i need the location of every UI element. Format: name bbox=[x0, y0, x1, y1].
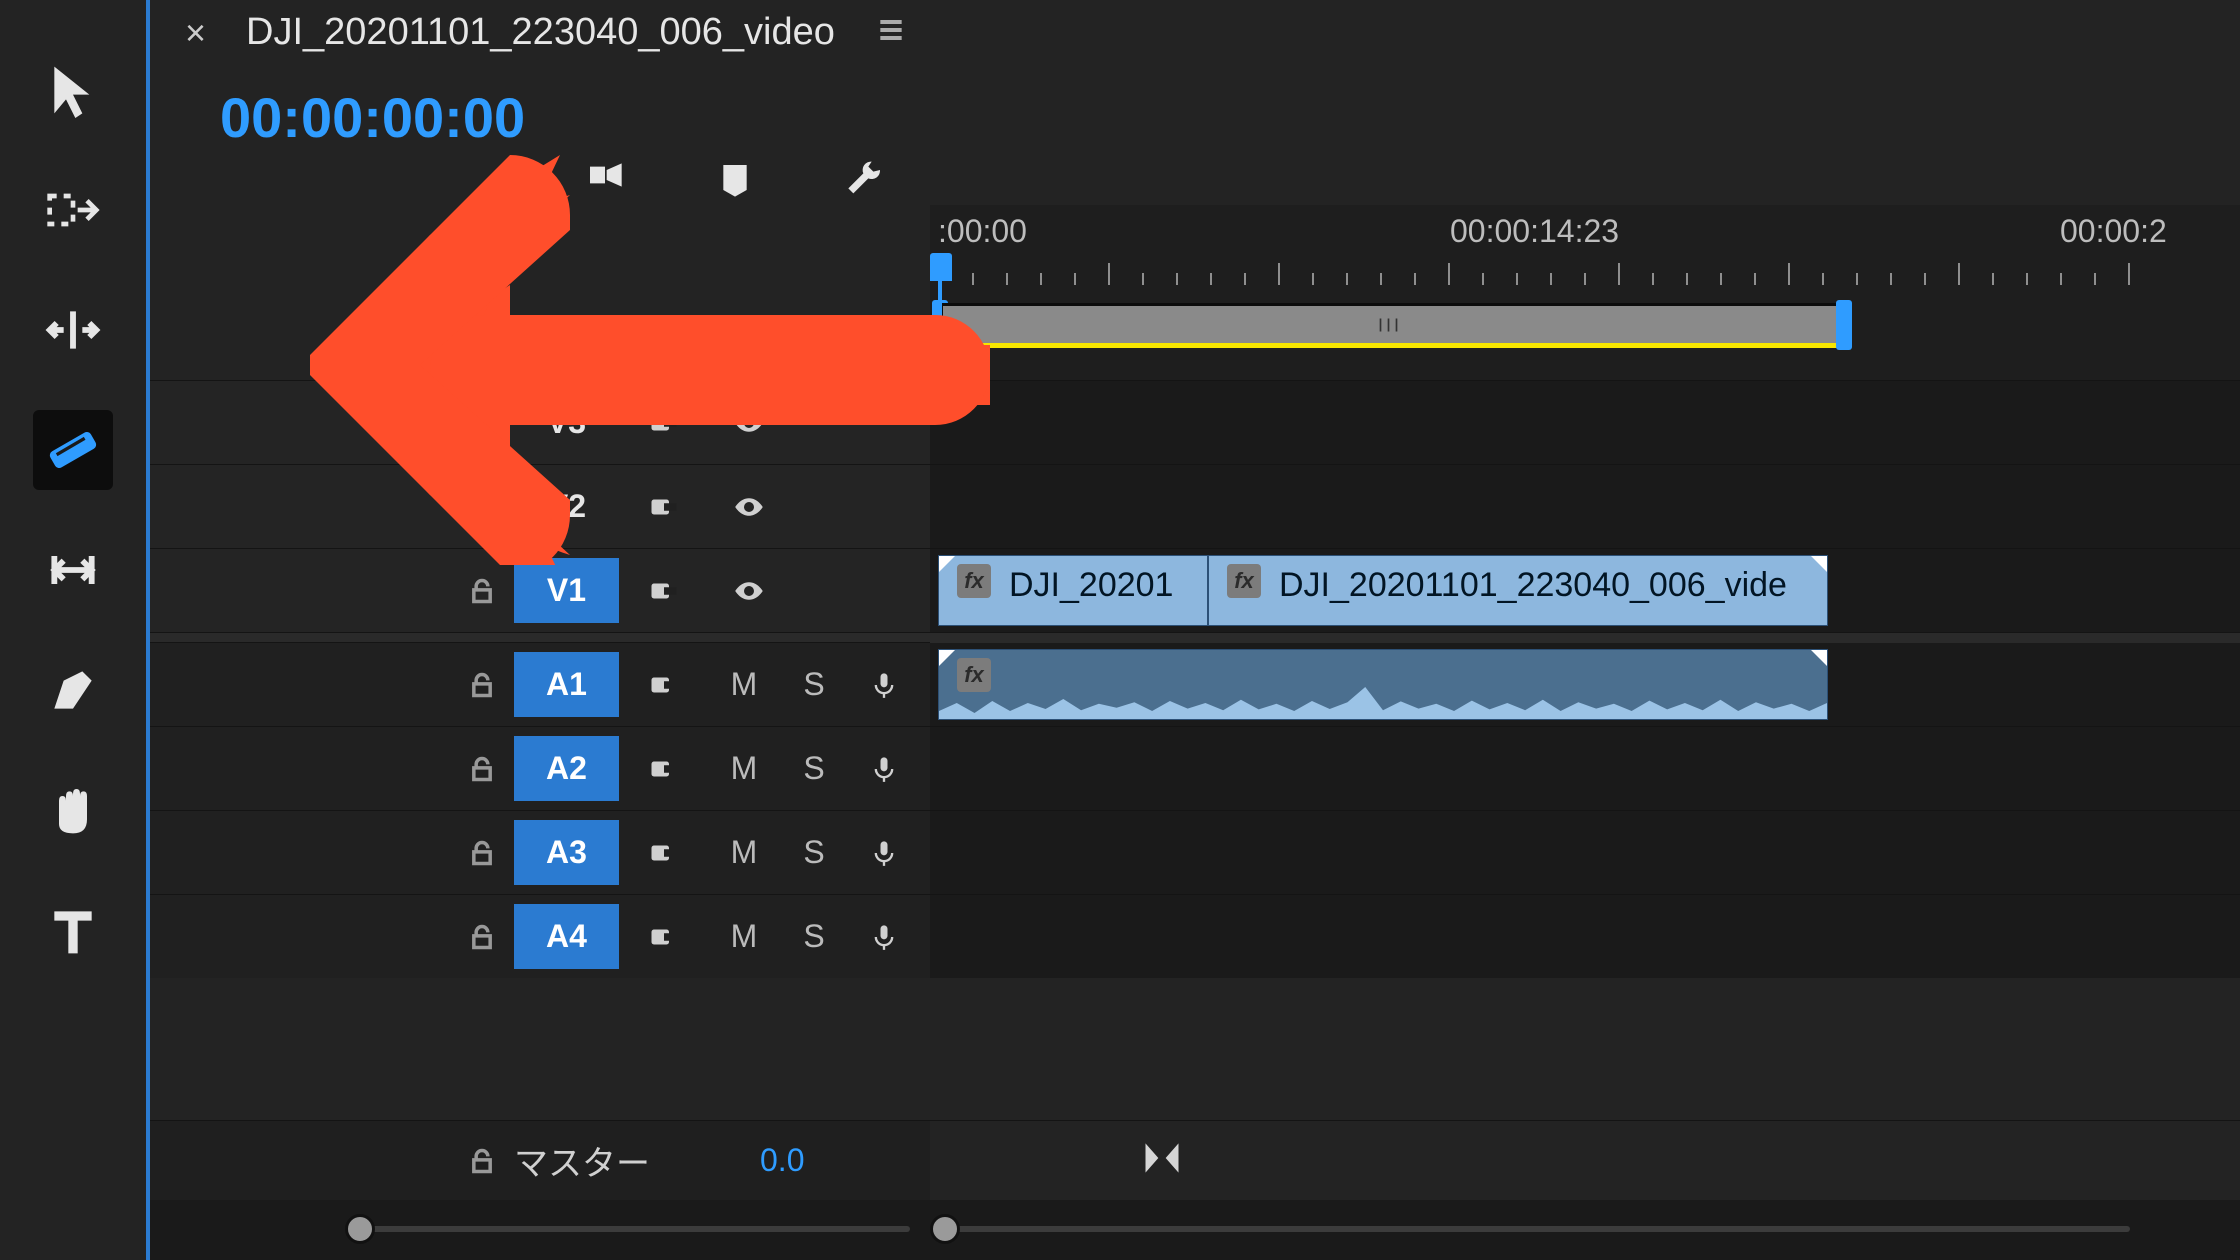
fx-badge-icon: fx bbox=[957, 564, 991, 598]
playhead-line bbox=[938, 267, 942, 380]
voiceover-icon[interactable] bbox=[849, 919, 919, 955]
master-track-label: マスター bbox=[514, 1136, 650, 1185]
workarea-bar[interactable]: III bbox=[940, 303, 1840, 348]
ripple-edit-tool[interactable] bbox=[33, 290, 113, 370]
lock-icon[interactable] bbox=[450, 923, 514, 951]
close-tab-button[interactable]: × bbox=[185, 12, 206, 54]
track-lane[interactable]: fx DJI_20201 fx DJI_20201101_223040_006_… bbox=[930, 549, 2240, 632]
wrench-icon[interactable] bbox=[840, 155, 890, 205]
sync-lock-icon[interactable] bbox=[619, 754, 709, 784]
lock-icon[interactable] bbox=[450, 839, 514, 867]
lock-icon[interactable] bbox=[450, 577, 514, 605]
ruler-tick-label: :00:00 bbox=[938, 213, 1027, 250]
audio-track: A2 M S bbox=[150, 726, 2240, 810]
clip-title: DJI_20201 bbox=[1009, 566, 1173, 605]
solo-button[interactable]: S bbox=[779, 918, 849, 955]
audio-clip[interactable]: fx bbox=[938, 649, 1828, 720]
fx-badge-icon: fx bbox=[1227, 564, 1261, 598]
type-tool[interactable] bbox=[33, 890, 113, 970]
voiceover-icon[interactable] bbox=[849, 667, 919, 703]
video-clip[interactable]: fx DJI_20201101_223040_006_vide bbox=[1208, 555, 1828, 626]
tool-palette bbox=[0, 0, 150, 1260]
lock-icon[interactable] bbox=[450, 493, 514, 521]
collapse-icon[interactable] bbox=[1140, 1136, 1184, 1185]
sync-lock-icon[interactable] bbox=[619, 492, 709, 522]
mute-button[interactable]: M bbox=[709, 750, 779, 787]
ruler-tick-label: 00:00:14:23 bbox=[1450, 213, 1619, 250]
solo-button[interactable]: S bbox=[779, 666, 849, 703]
track-lane[interactable]: fx bbox=[930, 643, 2240, 726]
marker-icon[interactable] bbox=[710, 155, 760, 205]
toggle-visibility-icon[interactable] bbox=[709, 492, 789, 522]
lock-icon[interactable] bbox=[450, 1147, 514, 1175]
track-lane[interactable] bbox=[930, 381, 2240, 464]
track-label[interactable]: A3 bbox=[514, 820, 619, 885]
clip-title: DJI_20201101_223040_006_vide bbox=[1279, 566, 1787, 605]
track-lane[interactable] bbox=[930, 895, 2240, 978]
audio-track: A3 M S bbox=[150, 810, 2240, 894]
voiceover-icon[interactable] bbox=[849, 751, 919, 787]
solo-button[interactable]: S bbox=[779, 750, 849, 787]
ruler-tick-label: 00:00:2 bbox=[2060, 213, 2167, 250]
razor-tool[interactable] bbox=[33, 410, 113, 490]
master-volume-value[interactable]: 0.0 bbox=[760, 1142, 804, 1179]
mute-button[interactable]: M bbox=[709, 666, 779, 703]
sequence-tabbar: × DJI_20201101_223040_006_video bbox=[150, 0, 2240, 65]
time-ruler[interactable]: :00:00 00:00:14:23 00:00:2 III bbox=[930, 205, 2240, 380]
sync-lock-icon[interactable] bbox=[619, 670, 709, 700]
voiceover-icon[interactable] bbox=[849, 835, 919, 871]
toggle-visibility-icon[interactable] bbox=[709, 408, 789, 438]
video-track: V2 bbox=[150, 464, 2240, 548]
zoom-handle-left[interactable] bbox=[345, 1214, 375, 1244]
timeline-header-tools bbox=[150, 155, 2240, 205]
mute-button[interactable]: M bbox=[709, 834, 779, 871]
tab-menu-icon[interactable] bbox=[875, 14, 907, 51]
track-lane[interactable] bbox=[930, 727, 2240, 810]
track-label[interactable]: V3 bbox=[514, 390, 619, 455]
sync-lock-icon[interactable] bbox=[619, 922, 709, 952]
sync-lock-icon[interactable] bbox=[619, 408, 709, 438]
sync-lock-icon[interactable] bbox=[619, 838, 709, 868]
mute-button[interactable]: M bbox=[709, 918, 779, 955]
video-track: V1 fx DJI_20201 fx DJI_20201101_223040_0… bbox=[150, 548, 2240, 632]
track-label[interactable]: A2 bbox=[514, 736, 619, 801]
lock-icon[interactable] bbox=[450, 755, 514, 783]
track-label[interactable]: A1 bbox=[514, 652, 619, 717]
toggle-visibility-icon[interactable] bbox=[709, 576, 789, 606]
audio-track: A4 M S bbox=[150, 894, 2240, 978]
sequence-name: DJI_20201101_223040_006_video bbox=[246, 11, 835, 54]
pen-tool[interactable] bbox=[33, 650, 113, 730]
insert-overwrite-icon[interactable] bbox=[580, 155, 630, 205]
solo-button[interactable]: S bbox=[779, 834, 849, 871]
slip-tool[interactable] bbox=[33, 530, 113, 610]
video-clip[interactable]: fx DJI_20201 bbox=[938, 555, 1208, 626]
track-label[interactable]: V2 bbox=[514, 474, 619, 539]
zoom-handle-right[interactable] bbox=[930, 1214, 960, 1244]
waveform bbox=[939, 679, 1827, 719]
track-lane[interactable] bbox=[930, 811, 2240, 894]
fx-badge-icon: fx bbox=[957, 658, 991, 692]
selection-tool[interactable] bbox=[33, 50, 113, 130]
workarea-end-handle[interactable] bbox=[1836, 300, 1852, 350]
hand-tool[interactable] bbox=[33, 770, 113, 850]
audio-track: A1 M S fx bbox=[150, 642, 2240, 726]
lock-icon[interactable] bbox=[450, 409, 514, 437]
track-label[interactable]: A4 bbox=[514, 904, 619, 969]
track-label[interactable]: V1 bbox=[514, 558, 619, 623]
video-track: V3 bbox=[150, 380, 2240, 464]
sync-lock-icon[interactable] bbox=[619, 576, 709, 606]
lock-icon[interactable] bbox=[450, 671, 514, 699]
track-select-forward-tool[interactable] bbox=[33, 170, 113, 250]
track-lane[interactable] bbox=[930, 465, 2240, 548]
timeline-zoom-bar[interactable] bbox=[150, 1200, 2240, 1260]
